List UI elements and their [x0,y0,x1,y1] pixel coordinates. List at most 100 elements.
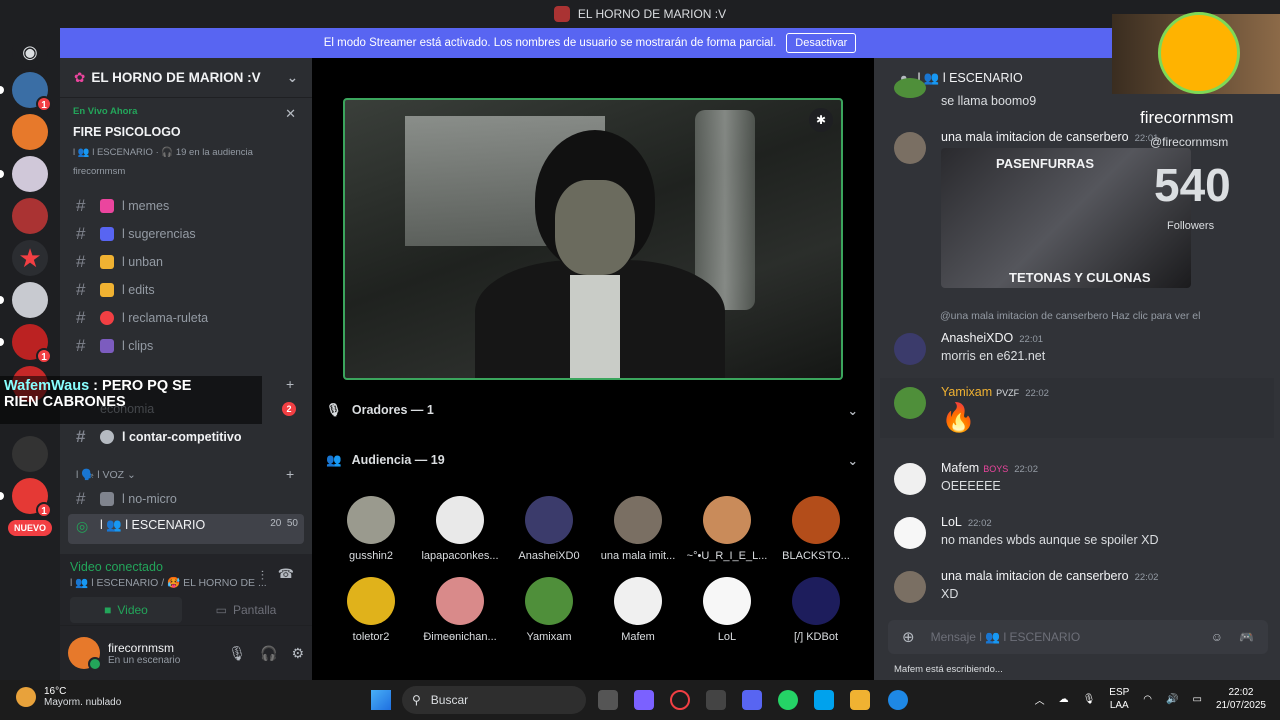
guild-icon[interactable] [12,114,48,150]
guild-icon[interactable] [12,436,48,472]
channel-memes[interactable]: # l memes [68,193,304,219]
avatar[interactable] [68,637,102,671]
message-author[interactable]: una mala imitacion de canserbero [941,569,1129,583]
guild-icon[interactable]: 1 [0,324,52,364]
avatar[interactable] [894,387,926,419]
message-author[interactable]: una mala imitacion de canserbero [941,130,1129,144]
emoji-picker-icon[interactable]: ☺ [1211,630,1223,644]
reply-reference[interactable]: @una mala imitacion de canserbero Haz cl… [940,310,1200,322]
avatar[interactable] [894,517,926,549]
channel-edits[interactable]: # l edits [68,277,304,303]
user-panel: firecornmsm En un escenario 🎙 🎧 ⚙ [60,626,312,680]
audience-member[interactable]: LoL [682,577,772,643]
wifi-icon[interactable]: ◠ [1143,694,1152,705]
chevron-down-icon: ⌄ [847,403,858,418]
avatar[interactable] [894,463,926,495]
close-icon[interactable]: ✕ [285,106,296,122]
cloud-icon[interactable]: ☁ [1059,694,1069,705]
audience-member[interactable]: Mafem [593,577,683,643]
server-icon [553,6,570,22]
add-channel-icon[interactable]: + [286,466,294,482]
audience-member[interactable]: Yamixam [504,577,594,643]
whatsapp-icon[interactable] [778,690,798,710]
message-author[interactable]: AnasheiXDO [941,331,1013,345]
chevron-up-icon[interactable]: ︿ [1035,692,1045,707]
server-header[interactable]: ✿ EL HORNO DE MARION :V ⌄ [60,58,312,98]
audience-header[interactable]: 👥 Audiencia — 19 ⌄ [326,448,858,472]
copilot-icon[interactable] [634,690,654,710]
message-author[interactable]: Yamixam [941,385,992,399]
audience-member[interactable]: gusshin2 [326,496,416,562]
audience-member[interactable]: ~°•U_R_I_E_L... [682,496,772,562]
add-channel-icon[interactable]: + [286,376,294,392]
opera-icon[interactable] [670,690,690,710]
discord-home-icon[interactable]: ◉ [12,34,48,70]
voice-channel-path[interactable]: l 👥 l ESCENARIO / 🥵 EL HORNO DE ... [70,576,302,589]
battery-icon[interactable]: ▭ [1192,694,1201,705]
activity-icon[interactable]: 🎮 [1239,630,1254,644]
screen-share-button[interactable]: ▭ Pantalla [190,597,302,623]
hammer-icon [100,492,114,506]
live-stage-card[interactable]: En Vivo Ahora ✕ FIRE PSICOLOGO l 👥 l ESC… [60,100,312,184]
speaker-video[interactable]: ✱ [343,98,843,380]
channel-clips[interactable]: # l clips [68,333,304,359]
guild-icon[interactable]: 1 [0,72,52,112]
edge-icon[interactable] [888,690,908,710]
gear-icon[interactable]: ⚙ [291,645,304,662]
disconnect-icon[interactable]: ☎ [278,566,294,582]
star-guild-icon[interactable]: ★ [12,240,48,276]
live-now-label: En Vivo Ahora [73,106,138,117]
channel-unban[interactable]: # l unban [68,249,304,275]
pin-icon[interactable]: ✱ [809,108,833,132]
stream-overlay-handle: @firecornmsm [1150,135,1229,149]
avatar[interactable] [894,132,926,164]
guild-icon[interactable] [0,156,48,192]
disable-streamer-button[interactable]: Desactivar [786,33,857,53]
live-subtitle: l 👥 l ESCENARIO · 🎧 19 en la audiencia [73,147,253,158]
channel-sugerencias[interactable]: # l sugerencias [68,221,304,247]
audience-member[interactable]: toletor2 [326,577,416,643]
stream-chat-overlay: WafemWaus : PERO PQ SE RIEN CABRONES [0,376,262,424]
guild-icon[interactable] [0,282,48,318]
app-icon[interactable] [706,690,726,710]
audience-member[interactable]: BLACKSTO... [771,496,861,562]
audience-member[interactable]: Ðimeɵnichan... [415,577,505,643]
taskbar-search[interactable]: ⚲ Buscar [402,686,586,714]
microphone-icon[interactable]: 🎙 [1083,694,1096,705]
audience-member[interactable]: AnasheiXD0 [504,496,594,562]
avatar[interactable] [894,571,926,603]
audience-member[interactable]: una mala imit... [593,496,683,562]
discord-taskbar-icon[interactable] [742,690,762,710]
windows-start-icon[interactable] [371,690,391,710]
avatar[interactable] [894,333,926,365]
volume-icon[interactable]: 🔊 [1166,694,1178,705]
audience-member[interactable]: [/] KDBot [771,577,861,643]
audience-member-name: gusshin2 [348,550,394,562]
channel-contar-competitivo[interactable]: # l contar-competitivo [68,424,304,450]
file-explorer-icon[interactable] [850,690,870,710]
video-button[interactable]: ■ Video [70,597,182,623]
noise-suppression-icon[interactable]: ⫶ [261,568,264,584]
message-author[interactable]: Mafem [941,461,979,475]
microphone-icon[interactable]: 🎙 [228,645,246,662]
emoji-icon [100,255,114,269]
category-voz[interactable]: l 🗣️ l VOZ ⌄ [76,468,136,481]
guild-icon[interactable]: 1 [0,478,52,518]
channel-no-micro[interactable]: # l no-micro [68,486,304,512]
app-icon[interactable] [814,690,834,710]
mention-badge: 2 [282,402,296,416]
task-view-icon[interactable] [598,690,618,710]
channel-escenario[interactable]: ◎ l 👥 l ESCENARIO 20 50 [68,514,304,544]
guild-icon[interactable] [12,198,48,234]
message-input[interactable]: ⊕ Mensaje l 👥 l ESCENARIO ☺ 🎮 [888,620,1268,654]
headphones-icon[interactable]: 🎧 [260,645,277,662]
language-indicator[interactable]: ESP LAA [1109,686,1129,712]
speakers-header[interactable]: 🎙 Oradores — 1 ⌄ [326,398,858,422]
message-author[interactable]: LoL [941,515,962,529]
audience-member[interactable]: lapapaconkes... [415,496,505,562]
add-attachment-icon[interactable]: ⊕ [902,628,915,646]
clock[interactable]: 22:02 21/07/2025 [1216,686,1266,712]
channel-reclama-ruleta[interactable]: # l reclama-ruleta [68,305,304,331]
weather-widget[interactable]: 16°C Mayorm. nublado [16,686,121,708]
live-host: firecornmsm [73,166,126,177]
